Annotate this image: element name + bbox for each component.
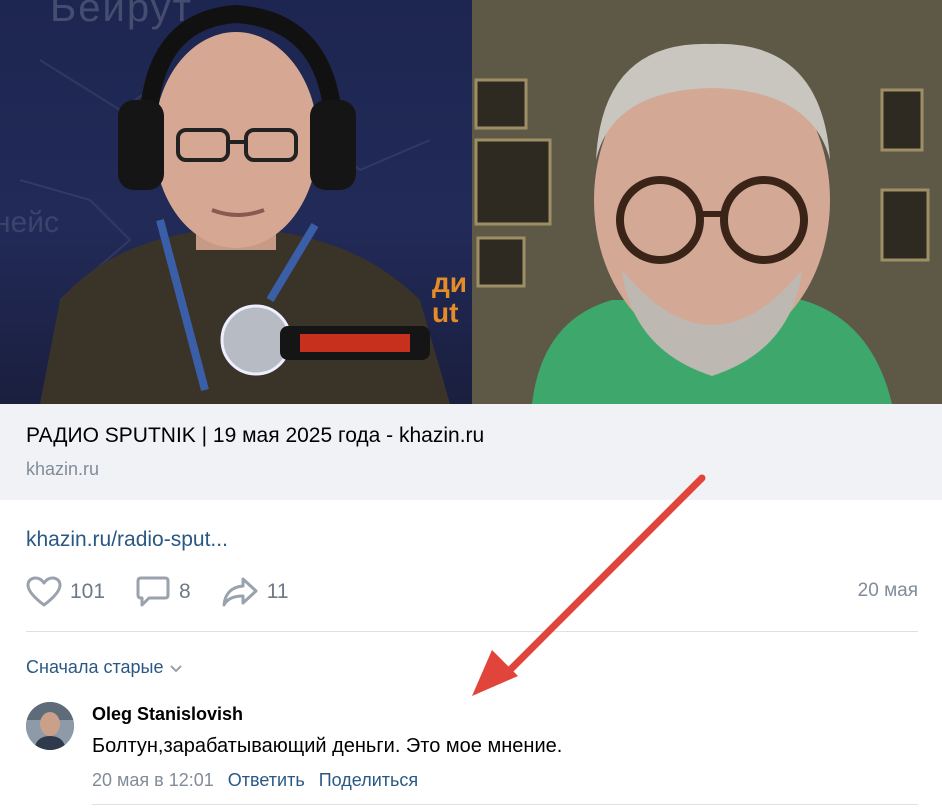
host-with-headphones-illustration bbox=[19, 4, 450, 404]
guest-with-glasses-illustration bbox=[474, 43, 930, 404]
link-card-title[interactable]: РАДИО SPUTNIK | 19 мая 2025 года - khazi… bbox=[26, 424, 484, 448]
heart-icon bbox=[26, 576, 62, 607]
chevron-down-icon bbox=[170, 664, 183, 672]
comment-text: Болтун,зарабатывающий деньги. Это мое мн… bbox=[92, 735, 563, 757]
share-icon bbox=[222, 577, 258, 607]
comment-author[interactable]: Oleg Stanislovish bbox=[92, 704, 243, 725]
reply-button[interactable]: Ответить bbox=[228, 770, 305, 791]
post-link[interactable]: khazin.ru/radio-sput... bbox=[26, 528, 228, 552]
likes-count: 101 bbox=[70, 580, 106, 603]
comment-timestamp[interactable]: 20 мая в 12:01 bbox=[92, 770, 214, 791]
comments-count: 8 bbox=[179, 580, 191, 603]
comment-divider bbox=[92, 804, 918, 805]
comment-sort-dropdown[interactable]: Сначала старые bbox=[26, 657, 183, 678]
shares-count: 11 bbox=[266, 580, 289, 603]
comment-button[interactable]: 8 bbox=[135, 575, 191, 609]
post-date[interactable]: 20 мая bbox=[858, 580, 918, 602]
post-media-preview[interactable]: Бейрут нейс ди ut bbox=[0, 0, 942, 404]
studio-orange-tag: ди ut bbox=[432, 267, 467, 328]
like-button[interactable]: 101 bbox=[26, 576, 105, 608]
post-actions: 101 8 11 bbox=[26, 572, 319, 612]
post-divider bbox=[26, 631, 918, 632]
link-card[interactable] bbox=[0, 404, 942, 500]
comment-meta: 20 мая в 12:01 Ответить Поделиться bbox=[92, 770, 432, 791]
avatar[interactable] bbox=[26, 702, 74, 750]
video-frame-right bbox=[472, 0, 942, 404]
user-avatar-image bbox=[26, 702, 74, 750]
share-button[interactable]: 11 bbox=[221, 576, 289, 608]
video-frame-left: Бейрут нейс ди ut bbox=[0, 0, 472, 404]
share-comment-button[interactable]: Поделиться bbox=[319, 770, 418, 791]
comment-sort-label: Сначала старые bbox=[26, 657, 164, 677]
comment-icon bbox=[136, 576, 170, 607]
link-card-domain: khazin.ru bbox=[26, 459, 100, 479]
